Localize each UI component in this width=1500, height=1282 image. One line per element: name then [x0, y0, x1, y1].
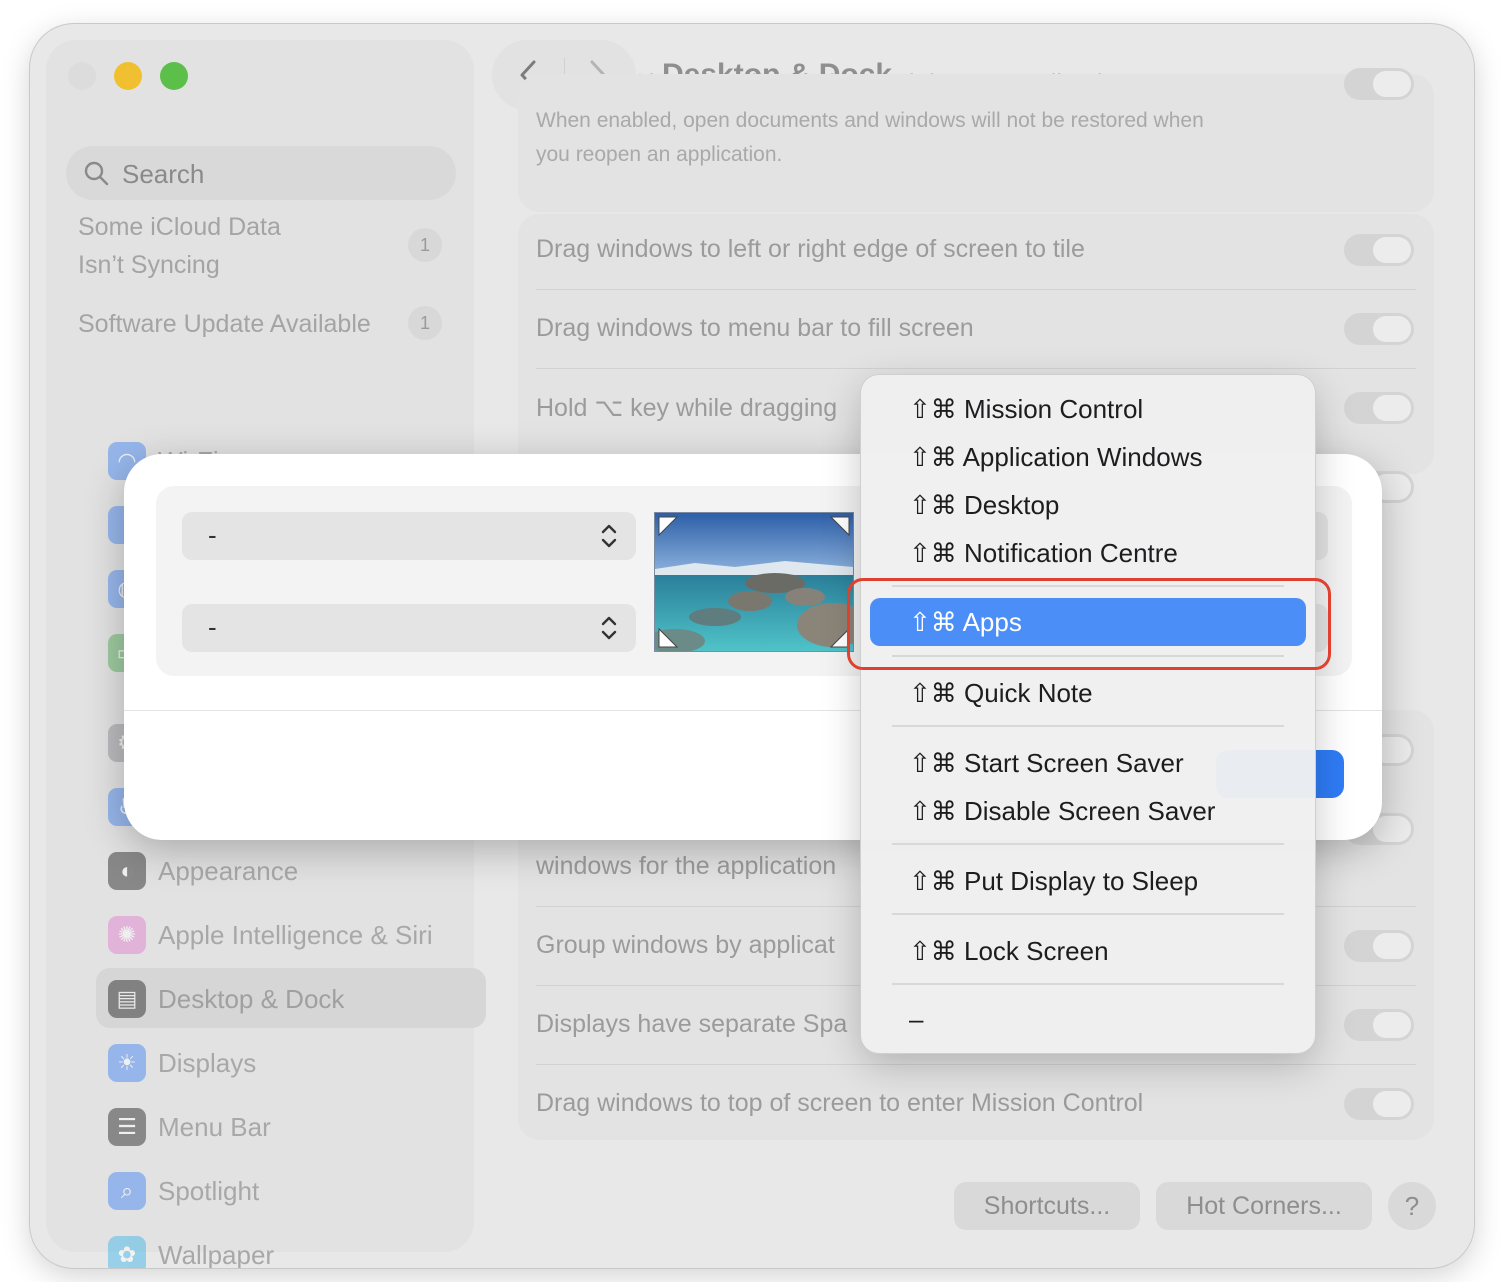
sidebar-item-appearance[interactable]: ◐ Appearance [96, 840, 486, 900]
setting-drag-top: Drag windows to top of screen to enter M… [536, 1089, 1144, 1117]
hot-corners-button[interactable]: Hot Corners... [1156, 1182, 1372, 1230]
icloud-notice[interactable]: Some iCloud Data Isn’t Syncing [78, 208, 281, 284]
menu-bar-fill-toggle[interactable] [1344, 313, 1414, 345]
update-badge: 1 [408, 306, 442, 340]
setting-option-drag: Hold ⌥ key while dragging [536, 394, 838, 422]
shortcuts-button[interactable]: Shortcuts... [954, 1182, 1140, 1230]
dock-icon: ▤ [108, 980, 146, 1018]
drag-top-toggle[interactable] [1344, 1088, 1414, 1120]
menu-item-desktop[interactable]: ⇧⌘ Desktop [909, 485, 1059, 525]
search-icon [84, 161, 109, 186]
sidebar-item-spotlight[interactable]: ⌕ Spotlight [96, 1160, 486, 1220]
menu-item-disable-screen-saver[interactable]: ⇧⌘ Disable Screen Saver [909, 791, 1215, 831]
sidebar-item-desktop-dock[interactable]: ▤ Desktop & Dock [96, 968, 486, 1028]
sidebar-item-label: Displays [158, 1048, 257, 1078]
menu-item-mission-control[interactable]: ⇧⌘ Mission Control [909, 389, 1143, 429]
sidebar-item-label: Desktop & Dock [158, 984, 345, 1014]
icloud-badge: 1 [408, 228, 442, 262]
sidebar-item-label: Apple Intelligence & Siri [158, 920, 433, 950]
desktop-preview-image [654, 512, 854, 652]
menu-item-notification-centre[interactable]: ⇧⌘ Notification Centre [909, 533, 1178, 573]
sidebar-item-apple-intelligence-siri[interactable]: ✺ Apple Intelligence & Siri [96, 904, 486, 964]
menu-item-application-windows[interactable]: ⇧⌘ Application Windows [909, 437, 1202, 477]
software-update-notice[interactable]: Software Update Available [78, 305, 371, 343]
updown-chevron-icon [601, 524, 617, 548]
sun-icon: ☀ [108, 1044, 146, 1082]
sidebar-item-menu-bar[interactable]: ☰ Menu Bar [96, 1096, 486, 1156]
sidebar-item-displays[interactable]: ☀ Displays [96, 1032, 486, 1092]
menu-item-quick-note[interactable]: ⇧⌘ Quick Note [909, 673, 1093, 713]
tile-edge-toggle[interactable] [1344, 234, 1414, 266]
option-drag-toggle[interactable] [1344, 392, 1414, 424]
menubar-icon: ☰ [108, 1108, 146, 1146]
menu-item-none[interactable]: – [909, 999, 923, 1039]
flower-icon: ✿ [108, 1236, 146, 1268]
help-button[interactable]: ? [1388, 1182, 1436, 1230]
menu-item-put-display-to-sleep[interactable]: ⇧⌘ Put Display to Sleep [909, 861, 1198, 901]
magnifier-icon: ⌕ [108, 1172, 146, 1210]
group-windows-toggle[interactable] [1344, 930, 1414, 962]
sidebar-item-label: Appearance [158, 856, 299, 886]
bottom-left-corner-select[interactable]: - [182, 604, 636, 652]
search-placeholder: Search [122, 159, 205, 189]
sidebar-item-label: Menu Bar [158, 1112, 271, 1142]
sidebar-item-label: Spotlight [158, 1176, 260, 1206]
updown-chevron-icon [601, 616, 617, 640]
siri-icon: ✺ [108, 916, 146, 954]
setting-switch-space: windows for the application [536, 852, 837, 880]
close-button[interactable] [68, 62, 96, 90]
separate-spaces-toggle[interactable] [1344, 1009, 1414, 1041]
appearance-icon: ◐ [108, 852, 146, 890]
search-input[interactable]: Search [66, 146, 456, 200]
setting-description: When enabled, open documents and windows… [536, 109, 1204, 166]
setting-separate-spaces: Displays have separate Spa [536, 1010, 848, 1038]
minimize-button[interactable] [114, 62, 142, 90]
setting-group-windows: Group windows by applicat [536, 931, 835, 959]
sidebar-item-wallpaper[interactable]: ✿ Wallpaper [96, 1224, 486, 1268]
menu-item-start-screen-saver[interactable]: ⇧⌘ Start Screen Saver [909, 743, 1184, 783]
restore-windows-toggle[interactable] [1344, 68, 1414, 100]
sidebar-item-label: Wallpaper [158, 1240, 275, 1268]
annotation-highlight [847, 578, 1331, 670]
hot-corner-action-menu: ⇧⌘ Mission Control ⇧⌘ Application Window… [861, 375, 1315, 1053]
setting-tile-edge: Drag windows to left or right edge of sc… [536, 235, 1085, 263]
setting-menu-bar-fill: Drag windows to menu bar to fill screen [536, 314, 974, 342]
menu-item-lock-screen[interactable]: ⇧⌘ Lock Screen [909, 931, 1109, 971]
top-left-corner-select[interactable]: - [182, 512, 636, 560]
zoom-button[interactable] [160, 62, 188, 90]
